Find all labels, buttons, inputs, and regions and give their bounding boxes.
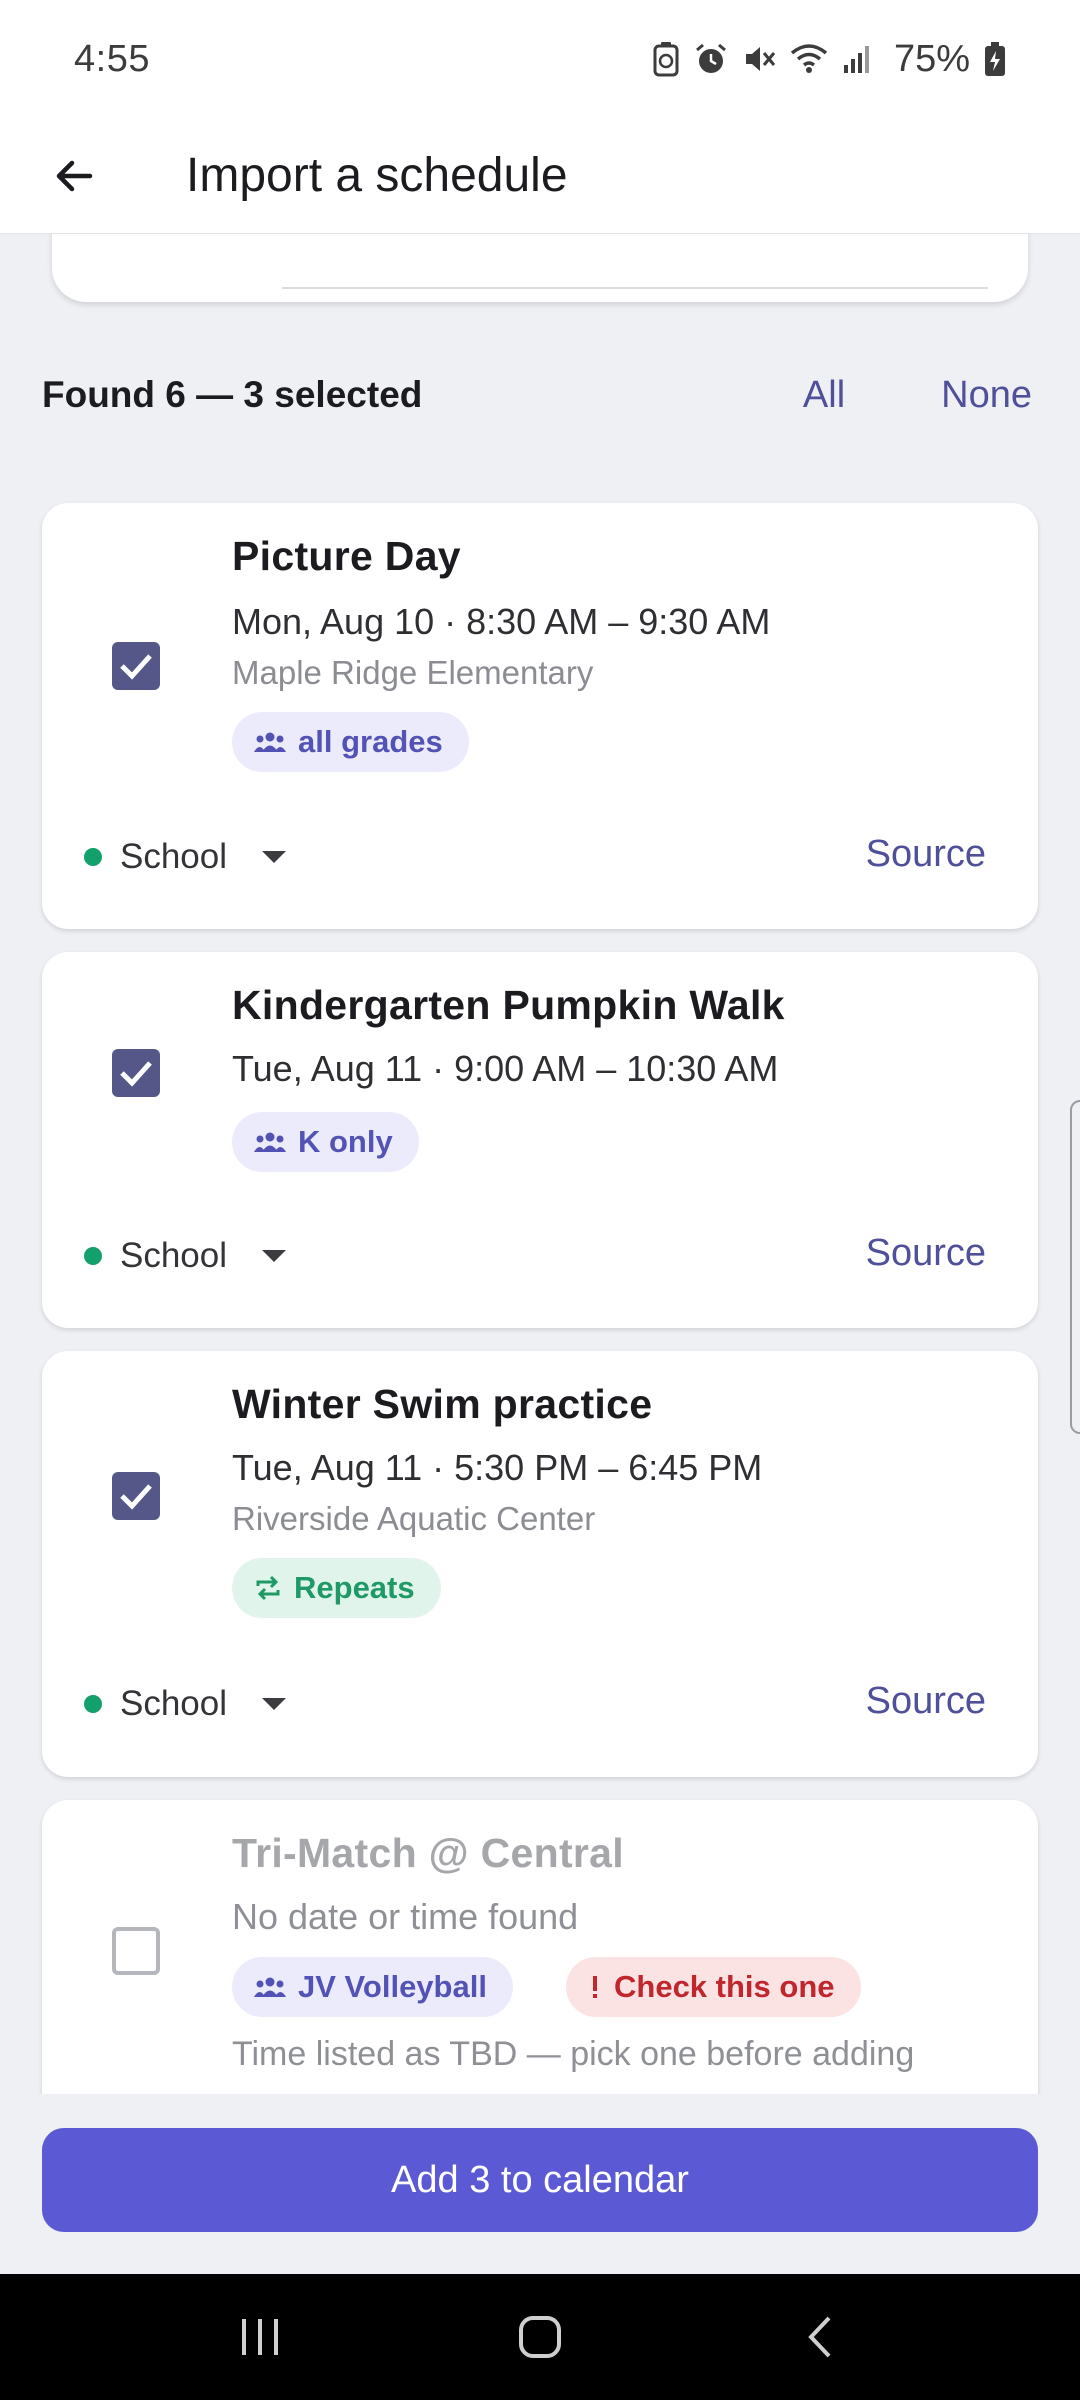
home-button[interactable] [480, 2287, 600, 2387]
source-button[interactable]: Source [866, 1680, 986, 1723]
arrow-left-icon [56, 160, 93, 191]
wifi-icon [790, 44, 828, 73]
caret-down-icon [262, 1250, 287, 1262]
group-icon [254, 1132, 286, 1152]
chip-label: Check this one [614, 1969, 835, 2004]
warning-chip: Check this one [566, 1957, 861, 2017]
event-datetime: No date or time found [232, 1896, 579, 1937]
signal-icon [843, 46, 869, 73]
battery-saver-icon [653, 42, 679, 77]
event-checkbox[interactable] [112, 1927, 160, 1975]
recents-button[interactable] [200, 2287, 320, 2387]
category-dot [84, 1695, 102, 1713]
chip-label: JV Volleyball [298, 1969, 487, 2004]
event-note: Time listed as TBD — pick one before add… [232, 2035, 915, 2073]
event-title: Winter Swim practice [232, 1381, 653, 1427]
previous-card [52, 234, 1028, 302]
scrollbar[interactable] [1070, 1100, 1080, 1434]
mute-icon [745, 47, 776, 71]
event-datetime: Tue, Aug 11 · 9:00 AM – 10:30 AM [232, 1048, 779, 1089]
audience-chip: JV Volleyball [232, 1957, 513, 2017]
divider [282, 287, 988, 289]
event-checkbox[interactable] [112, 1049, 160, 1097]
event-title: Picture Day [232, 533, 461, 579]
event-checkbox[interactable] [112, 1472, 160, 1520]
event-card[interactable]: Winter Swim practice Tue, Aug 11 · 5:30 … [42, 1351, 1038, 1777]
bottom-action-area: Add 3 to calendar [0, 2094, 1080, 2274]
exclamation-icon [593, 1976, 597, 1998]
event-title: Kindergarten Pumpkin Walk [232, 982, 785, 1028]
source-button[interactable]: Source [866, 1232, 986, 1275]
group-icon [254, 1977, 286, 1997]
battery-charging-icon [985, 42, 1005, 76]
home-icon [519, 2316, 561, 2358]
nav-back-button[interactable] [760, 2287, 880, 2387]
event-title: Tri-Match @ Central [232, 1830, 624, 1876]
checkmark-icon [120, 654, 152, 680]
event-datetime: Mon, Aug 10 · 8:30 AM – 9:30 AM [232, 601, 771, 642]
category-dropdown[interactable]: School [84, 837, 287, 877]
category-label: School [120, 1684, 228, 1723]
event-location: Riverside Aquatic Center [232, 1500, 596, 1537]
back-icon [808, 2316, 831, 2358]
source-button[interactable]: Source [866, 833, 986, 876]
event-location: Maple Ridge Elementary [232, 654, 594, 691]
event-list-scroll[interactable]: Found 6 — 3 selected All None Picture Da… [0, 234, 1080, 2094]
battery-percent: 75% [893, 37, 970, 80]
event-card[interactable]: Picture Day Mon, Aug 10 · 8:30 AM – 9:30… [42, 503, 1038, 929]
add-to-calendar-button[interactable]: Add 3 to calendar [42, 2128, 1038, 2232]
system-nav-bar [0, 2274, 1080, 2400]
status-icons: 75% [652, 38, 1006, 81]
select-all-button[interactable]: All [803, 374, 845, 417]
page-title: Import a schedule [186, 149, 568, 202]
select-none-button[interactable]: None [941, 374, 1032, 417]
recents-icon [242, 2319, 278, 2355]
app-bar: Import a schedule [0, 118, 1080, 234]
audience-chip: K only [232, 1112, 419, 1172]
category-dot [84, 1247, 102, 1265]
event-card[interactable]: Tri-Match @ Central No date or time foun… [42, 1800, 1038, 2094]
status-bar: 4:55 75% [0, 0, 1080, 118]
chip-label: K only [298, 1124, 393, 1159]
group-icon [254, 732, 286, 752]
repeats-chip: Repeats [232, 1558, 441, 1618]
event-datetime: Tue, Aug 11 · 5:30 PM – 6:45 PM [232, 1447, 763, 1488]
chip-label: all grades [298, 724, 443, 759]
selection-summary: Found 6 — 3 selected All None [42, 360, 1032, 430]
repeat-icon [256, 1575, 280, 1601]
category-dropdown[interactable]: School [84, 1236, 287, 1276]
found-count: Found 6 — 3 selected [42, 374, 423, 415]
caret-down-icon [262, 1698, 287, 1710]
status-time: 4:55 [74, 37, 150, 80]
audience-chip: all grades [232, 712, 469, 772]
alarm-icon [695, 43, 726, 73]
category-label: School [120, 1236, 228, 1275]
checkmark-icon [120, 1484, 152, 1510]
back-button[interactable] [24, 126, 124, 226]
event-card[interactable]: Kindergarten Pumpkin Walk Tue, Aug 11 · … [42, 952, 1038, 1328]
chip-label: Repeats [294, 1570, 415, 1605]
checkmark-icon [120, 1061, 152, 1087]
category-label: School [120, 837, 228, 876]
category-dropdown[interactable]: School [84, 1684, 287, 1724]
event-checkbox[interactable] [112, 642, 160, 690]
caret-down-icon [262, 851, 287, 863]
category-dot [84, 848, 102, 866]
